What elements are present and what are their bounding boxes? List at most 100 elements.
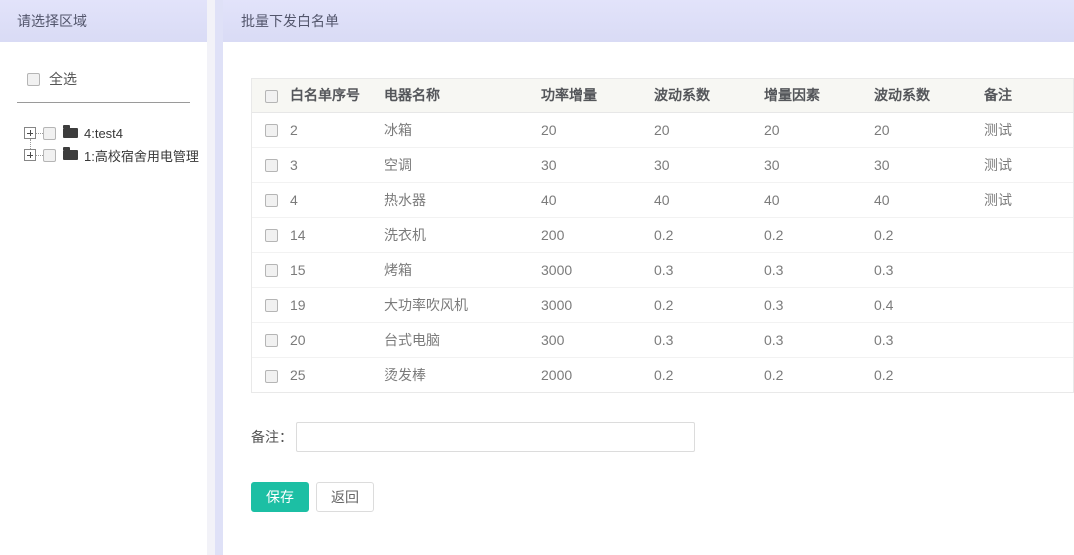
cell-power-delta: 40 xyxy=(541,182,654,217)
cell-wave-coeff: 0.3 xyxy=(654,252,764,287)
table-body: 2冰箱20202020测试3空调30303030测试4热水器40404040测试… xyxy=(252,112,1073,392)
cell-power-delta: 30 xyxy=(541,147,654,182)
row-checkbox[interactable] xyxy=(265,194,278,207)
cell-wave-coeff: 0.2 xyxy=(654,357,764,392)
select-all-rows-checkbox[interactable] xyxy=(265,90,278,103)
cell-delta-factor: 0.3 xyxy=(764,252,874,287)
table-header-row: 白名单序号 电器名称 功率增量 波动系数 增量因素 波动系数 备注 xyxy=(252,79,1073,112)
cell-seq: 3 xyxy=(290,147,384,182)
cell-wave-coeff: 40 xyxy=(654,182,764,217)
row-checkbox[interactable] xyxy=(265,124,278,137)
cell-power-delta: 3000 xyxy=(541,287,654,322)
row-checkbox[interactable] xyxy=(265,159,278,172)
region-sidebar: 请选择区域 全选 4:test4 1:高校宿舍用电管理 xyxy=(0,0,207,555)
whitelist-panel: 批量下发白名单 白名单序号 电器名称 功率增量 波动系数 增量因素 xyxy=(223,0,1074,555)
sidebar-title: 请选择区域 xyxy=(0,0,207,42)
cell-delta-factor: 20 xyxy=(764,112,874,147)
col-delta-factor: 增量因素 xyxy=(764,79,874,112)
col-wave-coeff-2: 波动系数 xyxy=(874,79,984,112)
cell-delta-factor: 40 xyxy=(764,182,874,217)
remark-label: 备注： xyxy=(251,427,293,447)
whitelist-table-wrap: 白名单序号 电器名称 功率增量 波动系数 增量因素 波动系数 备注 2冰箱202… xyxy=(251,78,1074,393)
save-button[interactable]: 保存 xyxy=(251,482,309,512)
col-wave-coeff: 波动系数 xyxy=(654,79,764,112)
select-all-checkbox[interactable] xyxy=(27,73,40,86)
cell-power-delta: 3000 xyxy=(541,252,654,287)
cell-remark xyxy=(984,217,1073,252)
remark-input[interactable] xyxy=(296,422,695,452)
table-row: 19大功率吹风机30000.20.30.4 xyxy=(252,287,1073,322)
cell-wave-coeff: 20 xyxy=(654,112,764,147)
cell-wave-coeff: 0.3 xyxy=(654,322,764,357)
col-name: 电器名称 xyxy=(384,79,541,112)
cell-seq: 25 xyxy=(290,357,384,392)
back-button[interactable]: 返回 xyxy=(316,482,374,512)
row-checkbox[interactable] xyxy=(265,264,278,277)
tree-node-label[interactable]: 1:高校宿舍用电管理 xyxy=(84,146,199,165)
col-remark: 备注 xyxy=(984,79,1073,112)
cell-delta-factor: 0.2 xyxy=(764,217,874,252)
cell-remark xyxy=(984,357,1073,392)
tree-node-checkbox[interactable] xyxy=(43,149,56,162)
cell-power-delta: 20 xyxy=(541,112,654,147)
tree-item-campus-power[interactable]: 1:高校宿舍用电管理 xyxy=(24,144,207,166)
row-checkbox[interactable] xyxy=(265,229,278,242)
cell-remark: 测试 xyxy=(984,182,1073,217)
folder-icon xyxy=(63,128,78,138)
table-row: 3空调30303030测试 xyxy=(252,147,1073,182)
cell-wave-coeff-2: 0.4 xyxy=(874,287,984,322)
cell-wave-coeff-2: 20 xyxy=(874,112,984,147)
cell-wave-coeff: 30 xyxy=(654,147,764,182)
cell-remark: 测试 xyxy=(984,147,1073,182)
select-all-label[interactable]: 全选 xyxy=(49,69,77,89)
cell-remark: 测试 xyxy=(984,112,1073,147)
expand-plus-icon[interactable] xyxy=(24,127,36,139)
select-all-row: 全选 xyxy=(27,69,207,89)
cell-remark xyxy=(984,322,1073,357)
tree-connector xyxy=(36,155,43,156)
cell-seq: 15 xyxy=(290,252,384,287)
panel-content: 白名单序号 电器名称 功率增量 波动系数 增量因素 波动系数 备注 2冰箱202… xyxy=(223,42,1074,512)
table-row: 15烤箱30000.30.30.3 xyxy=(252,252,1073,287)
cell-seq: 2 xyxy=(290,112,384,147)
cell-seq: 14 xyxy=(290,217,384,252)
page-title: 批量下发白名单 xyxy=(223,0,1074,42)
cell-name: 烤箱 xyxy=(384,252,541,287)
whitelist-table: 白名单序号 电器名称 功率增量 波动系数 增量因素 波动系数 备注 2冰箱202… xyxy=(252,79,1073,392)
expand-plus-icon[interactable] xyxy=(24,149,36,161)
cell-wave-coeff-2: 0.3 xyxy=(874,322,984,357)
tree-connector xyxy=(36,133,43,134)
cell-wave-coeff-2: 0.2 xyxy=(874,357,984,392)
cell-wave-coeff-2: 30 xyxy=(874,147,984,182)
tree-node-checkbox[interactable] xyxy=(43,127,56,140)
cell-name: 热水器 xyxy=(384,182,541,217)
cell-delta-factor: 0.3 xyxy=(764,287,874,322)
row-checkbox[interactable] xyxy=(265,370,278,383)
cell-name: 冰箱 xyxy=(384,112,541,147)
row-checkbox[interactable] xyxy=(265,299,278,312)
col-power-delta: 功率增量 xyxy=(541,79,654,112)
sidebar-divider xyxy=(17,102,190,103)
cell-remark xyxy=(984,252,1073,287)
cell-power-delta: 300 xyxy=(541,322,654,357)
row-checkbox[interactable] xyxy=(265,334,278,347)
cell-name: 台式电脑 xyxy=(384,322,541,357)
tree-item-test4[interactable]: 4:test4 xyxy=(24,122,207,144)
panel-gap xyxy=(207,0,223,555)
cell-name: 大功率吹风机 xyxy=(384,287,541,322)
table-row: 4热水器40404040测试 xyxy=(252,182,1073,217)
table-row: 20台式电脑3000.30.30.3 xyxy=(252,322,1073,357)
action-buttons: 保存 返回 xyxy=(251,482,1074,512)
cell-seq: 20 xyxy=(290,322,384,357)
cell-wave-coeff: 0.2 xyxy=(654,217,764,252)
cell-seq: 4 xyxy=(290,182,384,217)
cell-wave-coeff-2: 0.3 xyxy=(874,252,984,287)
cell-remark xyxy=(984,287,1073,322)
tree-node-label[interactable]: 4:test4 xyxy=(84,126,123,141)
region-tree: 4:test4 1:高校宿舍用电管理 xyxy=(24,122,207,166)
remark-form-row: 备注： xyxy=(251,422,1074,452)
table-row: 25烫发棒20000.20.20.2 xyxy=(252,357,1073,392)
cell-delta-factor: 30 xyxy=(764,147,874,182)
cell-power-delta: 2000 xyxy=(541,357,654,392)
cell-seq: 19 xyxy=(290,287,384,322)
